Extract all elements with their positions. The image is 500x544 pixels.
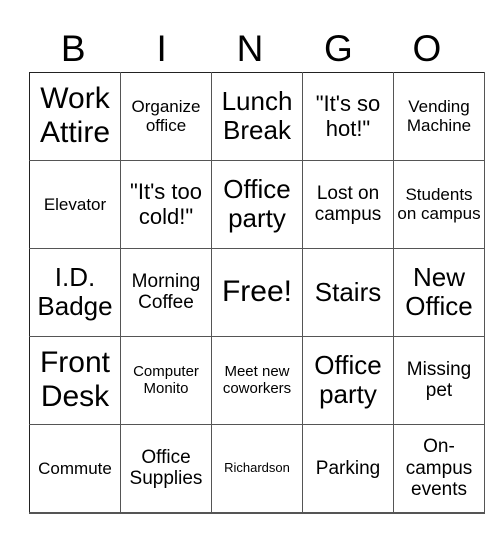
- header-letter-i: I: [156, 28, 167, 69]
- bingo-cell[interactable]: Organize office: [120, 72, 212, 161]
- bingo-cell[interactable]: Work Attire: [29, 72, 121, 161]
- bingo-cell[interactable]: On-campus events: [393, 423, 485, 514]
- bingo-cell[interactable]: Office party: [302, 335, 394, 425]
- card-row: Front Desk Computer Monito Meet new cowo…: [29, 335, 485, 425]
- bingo-cell[interactable]: Office Supplies: [120, 423, 212, 514]
- bingo-cell[interactable]: Students on campus: [393, 159, 485, 249]
- bingo-card: Work Attire Organize office Lunch Break …: [29, 72, 485, 514]
- card-row: Elevator "It's too cold!" Office party L…: [29, 159, 485, 249]
- bingo-header: B I N G O: [29, 26, 471, 72]
- card-row: I.D. Badge Morning Coffee Free! Stairs N…: [29, 247, 485, 337]
- bingo-cell[interactable]: Richardson: [211, 423, 303, 514]
- bingo-cell[interactable]: Office party: [211, 159, 303, 249]
- bingo-cell[interactable]: "It's too cold!": [120, 159, 212, 249]
- header-letter-n: N: [236, 28, 264, 69]
- bingo-cell[interactable]: Front Desk: [29, 335, 121, 425]
- header-letter-b: B: [60, 28, 86, 69]
- card-row: Commute Office Supplies Richardson Parki…: [29, 423, 485, 514]
- bingo-cell[interactable]: Elevator: [29, 159, 121, 249]
- header-letter-g: G: [324, 28, 353, 69]
- bingo-cell[interactable]: Morning Coffee: [120, 247, 212, 337]
- bingo-cell[interactable]: Vending Machine: [393, 72, 485, 161]
- bingo-cell[interactable]: Computer Monito: [120, 335, 212, 425]
- bingo-cell[interactable]: New Office: [393, 247, 485, 337]
- bingo-cell[interactable]: Lunch Break: [211, 72, 303, 161]
- bingo-cell[interactable]: Commute: [29, 423, 121, 514]
- bingo-cell[interactable]: "It's so hot!": [302, 72, 394, 161]
- header-letter-o: O: [412, 28, 442, 69]
- bingo-cell[interactable]: Stairs: [302, 247, 394, 337]
- bingo-cell[interactable]: Parking: [302, 423, 394, 514]
- bingo-cell[interactable]: I.D. Badge: [29, 247, 121, 337]
- bingo-cell[interactable]: Meet new coworkers: [211, 335, 303, 425]
- free-space-cell[interactable]: Free!: [211, 247, 303, 337]
- bingo-cell[interactable]: Lost on campus: [302, 159, 394, 249]
- card-row: Work Attire Organize office Lunch Break …: [29, 72, 485, 161]
- bingo-cell[interactable]: Missing pet: [393, 335, 485, 425]
